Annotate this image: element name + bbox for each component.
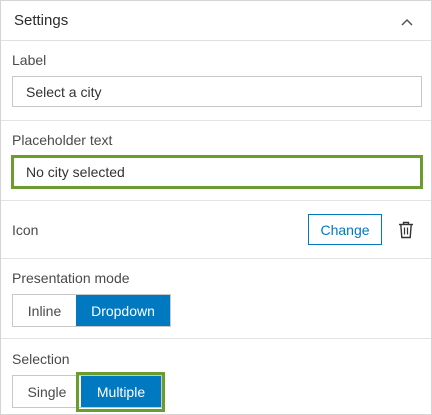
presentation-mode-label: Presentation mode [12,270,130,286]
change-icon-button[interactable]: Change [308,214,382,245]
divider [1,338,431,339]
settings-header[interactable]: Settings [1,1,431,41]
trash-icon[interactable] [391,214,421,245]
selection-option-multiple[interactable]: Multiple [81,376,161,407]
presentation-option-inline[interactable]: Inline [13,295,76,326]
icon-label: Icon [12,222,39,238]
label-field-label: Label [12,52,47,68]
settings-panel: Settings Label Placeholder text Icon Cha… [0,0,432,415]
divider [1,258,431,259]
chevron-up-icon[interactable] [398,13,416,31]
placeholder-field-label: Placeholder text [12,132,113,148]
selection-label: Selection [12,351,70,367]
selection-option-single[interactable]: Single [13,376,81,407]
divider [1,200,431,201]
presentation-option-dropdown[interactable]: Dropdown [76,295,170,326]
selection-control: Single Multiple [12,375,162,408]
settings-title: Settings [14,12,69,29]
divider [1,120,431,121]
placeholder-input[interactable] [12,156,422,187]
presentation-mode-control: Inline Dropdown [12,294,171,327]
label-input[interactable] [12,76,422,107]
